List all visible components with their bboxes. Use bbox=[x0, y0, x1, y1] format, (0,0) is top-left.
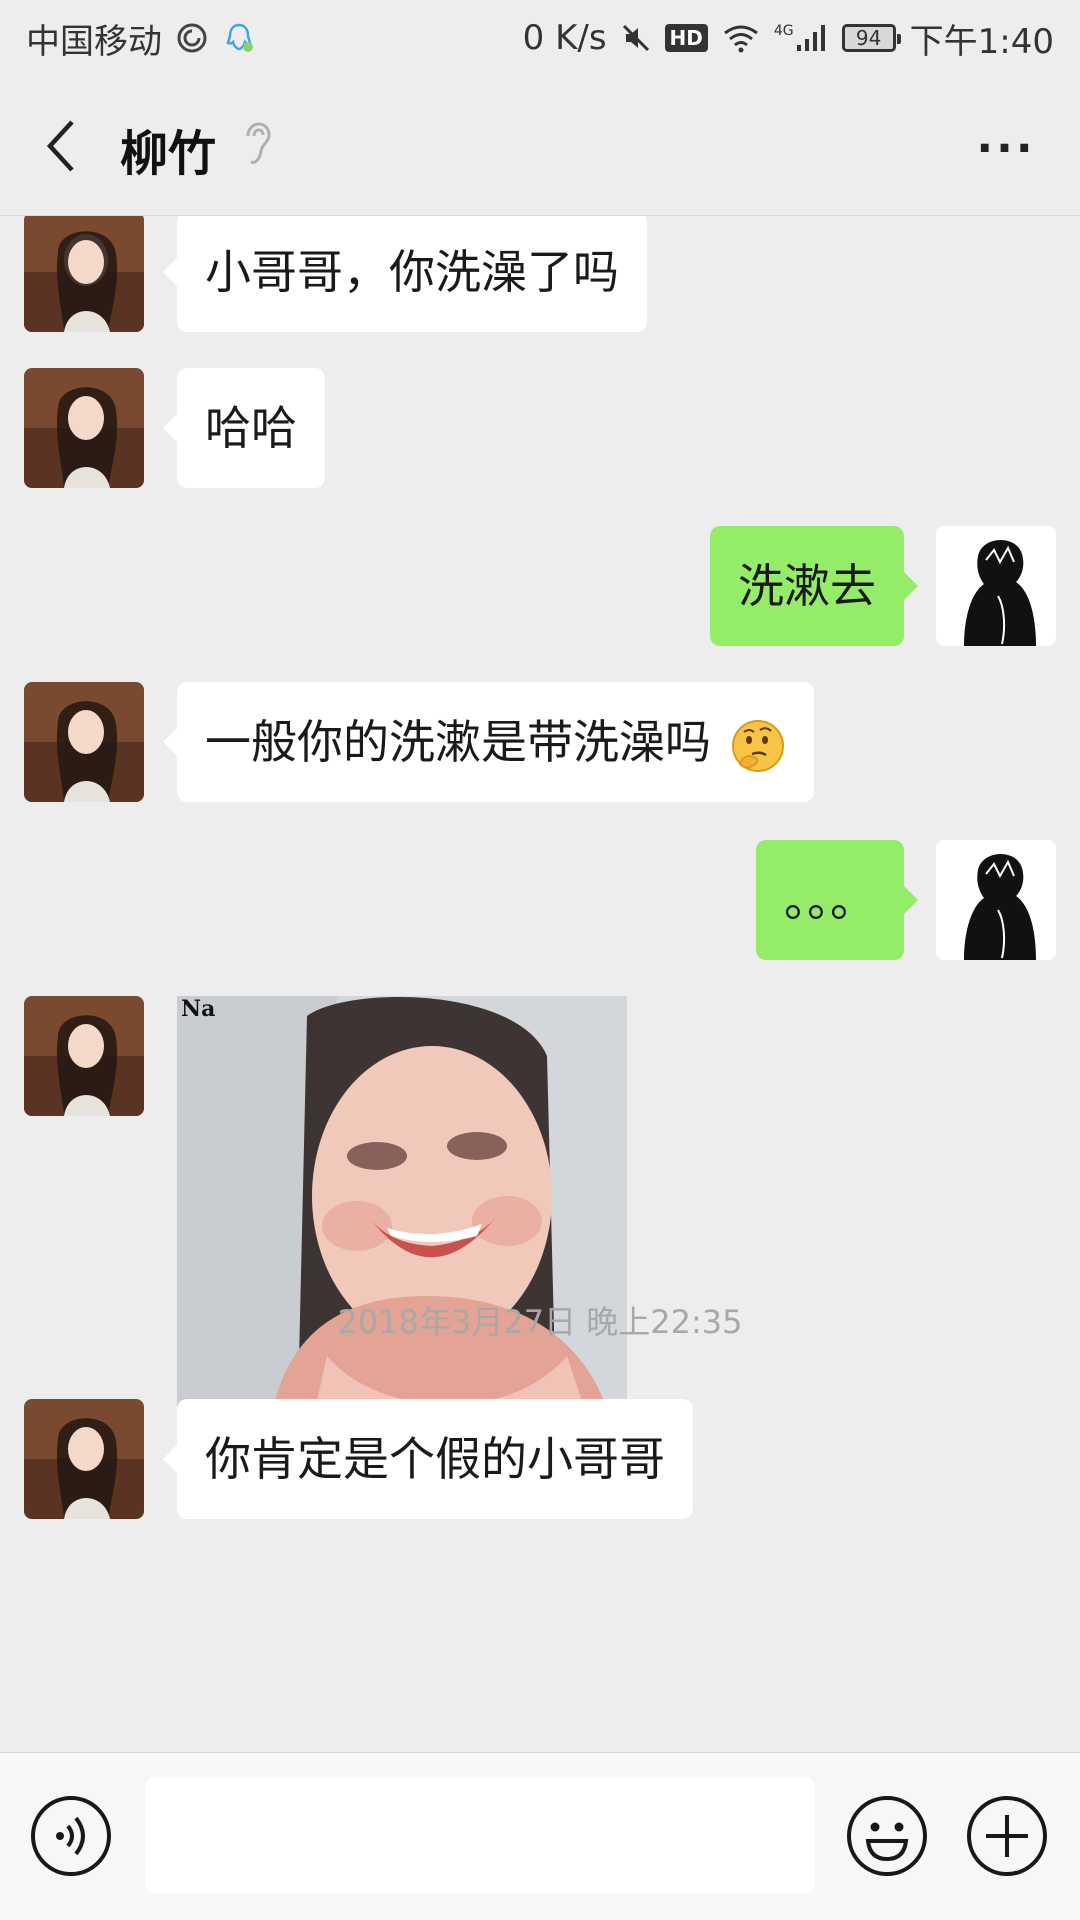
timestamp: 2018年3月27日 晚上22:35 bbox=[337, 1303, 743, 1341]
status-left: 中国移动 bbox=[26, 14, 256, 63]
carrier-label: 中国移动 bbox=[26, 21, 162, 62]
message-list[interactable]: 小哥哥，你洗澡了吗 哈哈 洗漱去 一般你的洗漱是带洗澡吗 。。。 Na 2018… bbox=[0, 216, 1080, 1752]
message-bubble[interactable]: 小哥哥，你洗澡了吗 bbox=[163, 216, 647, 332]
signal-indicator: 4G bbox=[774, 23, 828, 53]
message-text: 。。。 bbox=[784, 873, 876, 927]
chat-input-bar bbox=[0, 1752, 1080, 1920]
message-text: 小哥哥，你洗澡了吗 bbox=[205, 245, 619, 299]
chat-header: 柳竹 ··· bbox=[0, 76, 1080, 216]
more-icon: ··· bbox=[976, 122, 1036, 174]
my-photo bbox=[936, 526, 1056, 646]
message-input[interactable] bbox=[145, 1777, 815, 1893]
message-text: 一般你的洗漱是带洗澡吗 bbox=[205, 715, 711, 769]
my-photo bbox=[936, 840, 1056, 960]
contact-avatar[interactable] bbox=[24, 368, 144, 488]
message-bubble-outgoing[interactable]: 洗漱去 bbox=[710, 526, 918, 646]
message-text: 洗漱去 bbox=[738, 559, 876, 613]
contact-photo bbox=[24, 368, 144, 488]
emoji-icon bbox=[847, 1796, 927, 1876]
netease-music-icon bbox=[177, 23, 207, 53]
contact-avatar[interactable] bbox=[24, 682, 144, 802]
my-avatar[interactable] bbox=[936, 840, 1056, 960]
contact-avatar[interactable] bbox=[24, 996, 144, 1116]
contact-avatar[interactable] bbox=[24, 1399, 144, 1519]
network-type: 4G bbox=[773, 23, 794, 39]
contact-photo bbox=[24, 1399, 144, 1519]
message-text: 你肯定是个假的小哥哥 bbox=[205, 1432, 665, 1486]
status-right: 0 K/s HD 4G 94 下午1:40 bbox=[523, 14, 1054, 63]
hd-badge: HD bbox=[664, 24, 708, 52]
voice-input-button[interactable] bbox=[30, 1795, 112, 1881]
message-bubble[interactable]: 你肯定是个假的小哥哥 bbox=[163, 1399, 693, 1519]
more-functions-button[interactable] bbox=[966, 1795, 1048, 1881]
message-text: 哈哈 bbox=[205, 401, 297, 455]
back-button[interactable] bbox=[36, 116, 86, 176]
chevron-left-icon bbox=[46, 120, 74, 172]
contact-photo bbox=[24, 682, 144, 802]
contact-photo bbox=[24, 996, 144, 1116]
more-options-button[interactable]: ··· bbox=[966, 120, 1046, 176]
clock: 下午1:40 bbox=[909, 21, 1054, 62]
laughing-child-sticker bbox=[177, 996, 627, 1446]
emoji-button[interactable] bbox=[846, 1795, 928, 1881]
message-bubble[interactable]: 哈哈 bbox=[163, 368, 325, 488]
message-bubble-outgoing[interactable]: 。。。 bbox=[756, 840, 918, 960]
contact-avatar[interactable] bbox=[24, 216, 144, 332]
wifi-icon bbox=[723, 25, 758, 53]
contact-photo bbox=[24, 216, 144, 332]
chat-title: 柳竹 bbox=[120, 126, 217, 182]
message-bubble[interactable]: 一般你的洗漱是带洗澡吗 bbox=[163, 682, 814, 802]
sticker-watermark: Na bbox=[181, 996, 216, 1022]
net-speed: 0 K/s bbox=[522, 18, 607, 58]
sticker-image[interactable]: Na bbox=[177, 996, 627, 1446]
my-avatar[interactable] bbox=[936, 526, 1056, 646]
signal-bars-icon bbox=[796, 25, 825, 51]
status-bar: 中国移动 0 K/s HD 4G 94 下午1:40 bbox=[0, 0, 1080, 76]
voice-icon bbox=[31, 1796, 111, 1876]
battery-indicator: 94 bbox=[841, 24, 901, 52]
qq-notification-icon bbox=[226, 23, 253, 52]
plus-icon bbox=[967, 1796, 1047, 1876]
mute-icon bbox=[622, 24, 649, 52]
battery-level: 94 bbox=[855, 26, 882, 50]
earpiece-mode-icon bbox=[246, 122, 271, 164]
thinking-face-emoji-icon bbox=[731, 719, 784, 772]
